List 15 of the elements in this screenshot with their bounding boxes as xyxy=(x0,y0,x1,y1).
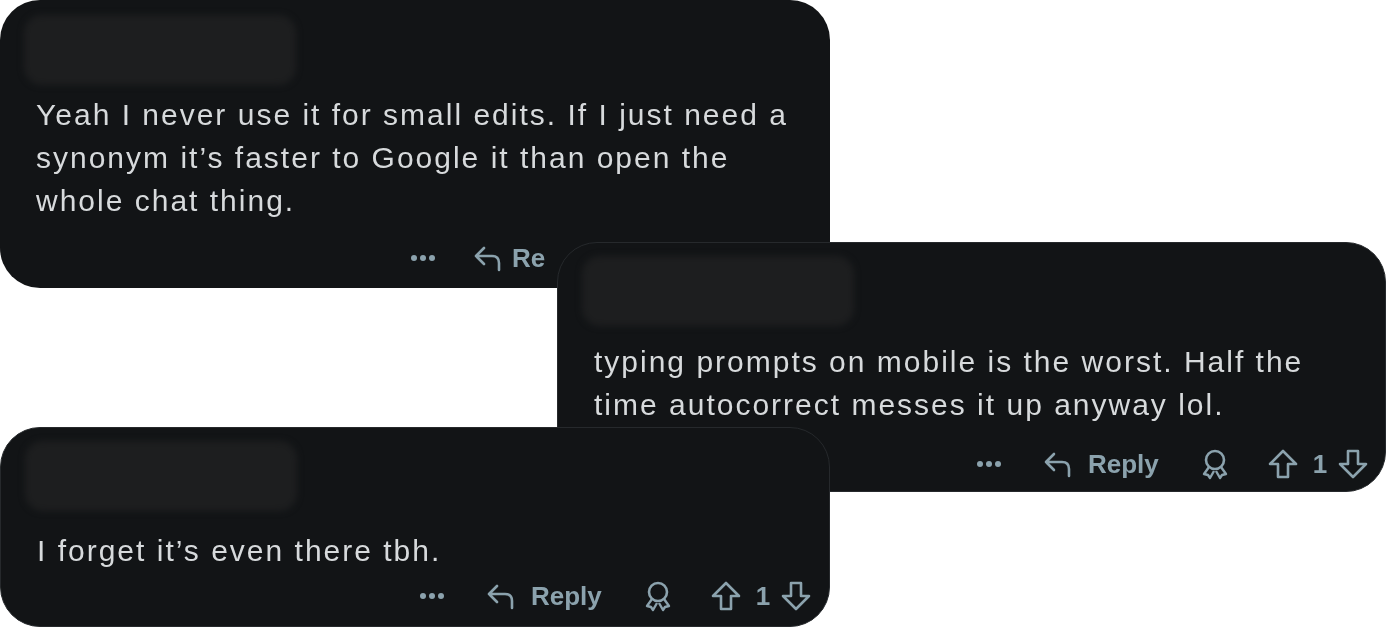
reply-button[interactable]: Re xyxy=(472,242,546,274)
reply-button[interactable]: Reply xyxy=(1042,448,1159,480)
comment-text: typing prompts on mobile is the worst. Half the time autocorrect messes it up anyway lol. xyxy=(594,344,1305,423)
reply-button[interactable]: Reply xyxy=(485,580,602,612)
more-icon[interactable] xyxy=(976,460,1002,468)
comment-text: I forget it’s even there tbh. xyxy=(37,533,443,569)
more-icon[interactable] xyxy=(419,592,445,600)
downvote-icon[interactable] xyxy=(780,580,813,612)
comment-text: Yeah I never use it for small edits. If I just need a synonym it’s faster to Google it than open the whole chat thing. xyxy=(36,97,789,219)
upvote-icon[interactable] xyxy=(1266,448,1299,480)
upvote-icon[interactable] xyxy=(709,580,742,612)
vote-count: 1 xyxy=(755,580,771,612)
vote-count: 1 xyxy=(1312,448,1328,480)
downvote-icon[interactable] xyxy=(1337,448,1370,480)
more-icon[interactable] xyxy=(410,254,436,262)
